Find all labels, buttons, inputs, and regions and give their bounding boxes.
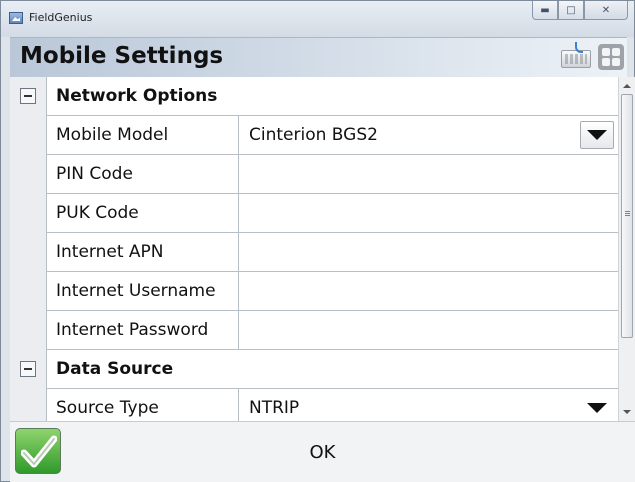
row-internet-username[interactable]: Internet Username <box>10 272 618 311</box>
section-title: Network Options <box>46 77 618 116</box>
grip-icon <box>625 211 630 217</box>
arrow-up-icon <box>623 84 631 88</box>
property-label: Internet Username <box>46 272 239 311</box>
row-gutter <box>10 350 46 389</box>
footer-bar: OK <box>10 421 635 482</box>
property-value: NTRIP <box>249 398 300 418</box>
keyboard-icon[interactable] <box>561 42 591 68</box>
scroll-up-button[interactable] <box>619 79 635 93</box>
internet-apn-field[interactable] <box>239 233 618 272</box>
maximize-button[interactable]: □ <box>558 1 584 20</box>
row-puk-code[interactable]: PUK Code <box>10 194 618 233</box>
property-label: PUK Code <box>46 194 239 233</box>
green-check-icon[interactable] <box>15 428 61 474</box>
row-internet-password[interactable]: Internet Password <box>10 311 618 350</box>
property-label: Internet Password <box>46 311 239 350</box>
row-internet-apn[interactable]: Internet APN <box>10 233 618 272</box>
internet-password-field[interactable] <box>239 311 618 350</box>
row-gutter <box>10 194 46 233</box>
grid-menu-icon[interactable] <box>598 44 624 70</box>
ok-button[interactable]: OK <box>10 422 635 482</box>
row-gutter <box>10 272 46 311</box>
fieldgenius-app-icon <box>9 12 23 24</box>
scrollbar-thumb[interactable] <box>621 94 633 338</box>
property-label: Mobile Model <box>46 116 239 155</box>
row-pin-code[interactable]: PIN Code <box>10 155 618 194</box>
scroll-down-button[interactable] <box>619 405 635 419</box>
section-title: Data Source <box>46 350 618 389</box>
page-title: Mobile Settings <box>20 43 224 69</box>
dropdown-arrow-button[interactable] <box>580 121 614 149</box>
row-mobile-model[interactable]: Mobile Model Cinterion BGS2 <box>10 116 618 155</box>
collapse-icon[interactable] <box>20 361 36 377</box>
chevron-down-icon <box>587 403 607 413</box>
row-gutter <box>10 389 46 421</box>
settings-grid: Network Options Mobile Model Cinterion B… <box>10 77 618 421</box>
row-gutter <box>10 77 46 116</box>
property-label: Source Type <box>46 389 239 421</box>
internet-username-field[interactable] <box>239 272 618 311</box>
row-source-type[interactable]: Source Type NTRIP <box>10 389 618 421</box>
page-header: Mobile Settings <box>10 37 627 77</box>
chevron-down-icon <box>587 130 607 140</box>
app-window: FieldGenius ▬ □ ✕ Mobile Settings Networ… <box>0 0 635 482</box>
row-gutter <box>10 311 46 350</box>
section-data-source: Data Source <box>10 350 618 389</box>
section-network-options: Network Options <box>10 77 618 116</box>
arrow-down-icon <box>623 410 631 414</box>
row-gutter <box>10 116 46 155</box>
pin-code-field[interactable] <box>239 155 618 194</box>
property-label: Internet APN <box>46 233 239 272</box>
puk-code-field[interactable] <box>239 194 618 233</box>
title-bar: FieldGenius ▬ □ ✕ <box>1 1 634 37</box>
minimize-button[interactable]: ▬ <box>532 1 558 20</box>
row-gutter <box>10 155 46 194</box>
source-type-select[interactable]: NTRIP <box>239 389 618 421</box>
property-value: Cinterion BGS2 <box>249 125 378 145</box>
window-controls: ▬ □ ✕ <box>532 1 628 20</box>
close-button[interactable]: ✕ <box>584 1 628 20</box>
collapse-icon[interactable] <box>20 88 36 104</box>
vertical-scrollbar[interactable] <box>618 77 635 421</box>
row-gutter <box>10 233 46 272</box>
window-title: FieldGenius <box>29 11 93 24</box>
property-label: PIN Code <box>46 155 239 194</box>
mobile-model-select[interactable]: Cinterion BGS2 <box>239 116 618 155</box>
dropdown-arrow-button[interactable] <box>580 394 614 421</box>
